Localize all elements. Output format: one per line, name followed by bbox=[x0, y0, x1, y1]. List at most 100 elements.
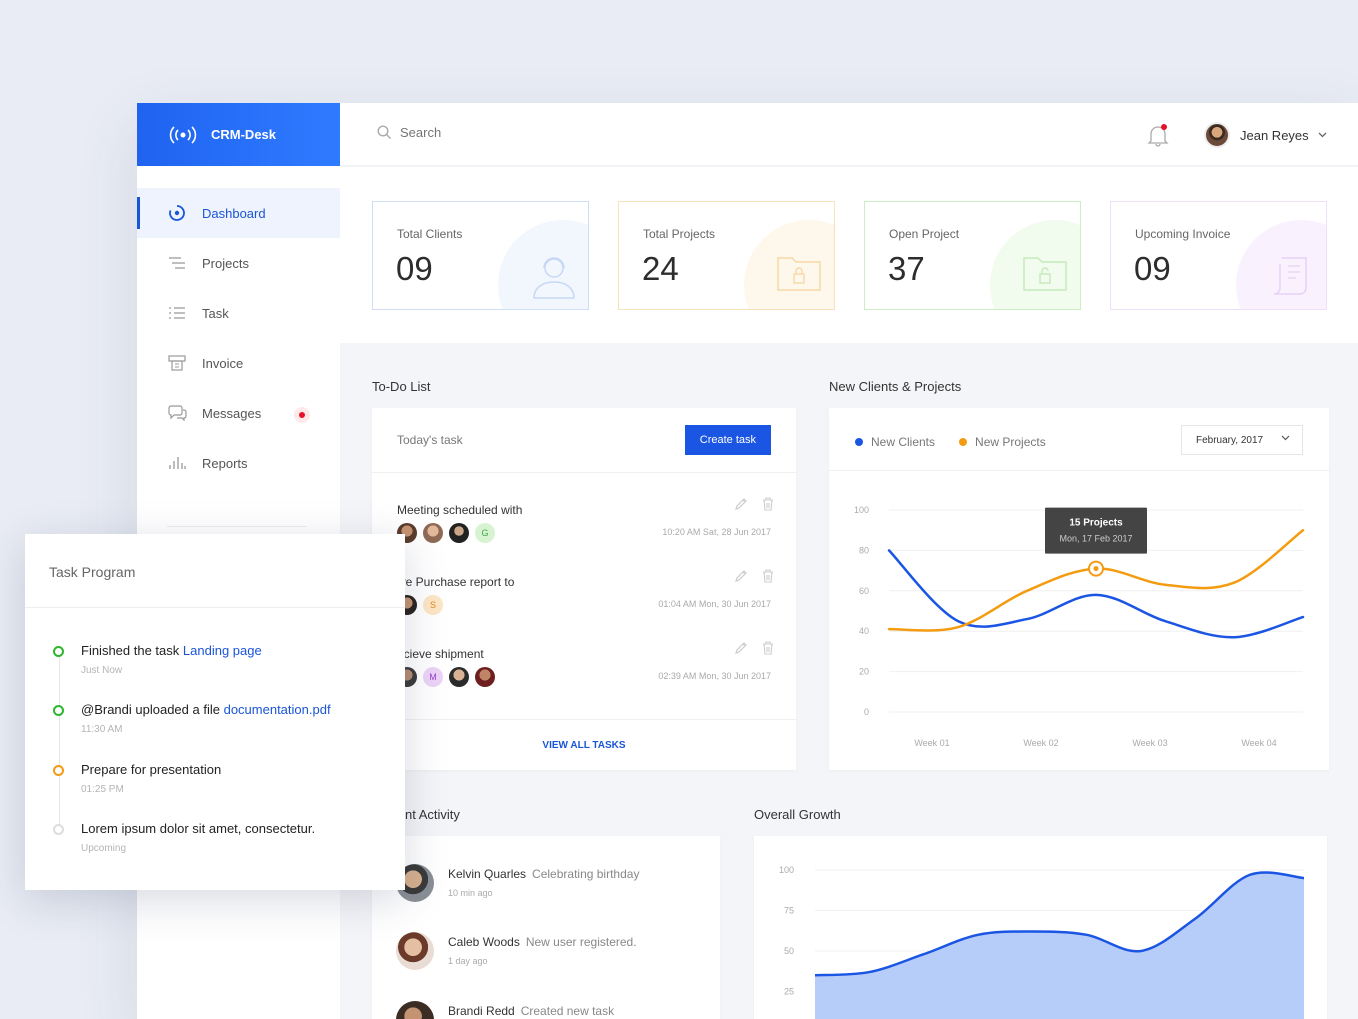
task-title: Meeting scheduled with bbox=[397, 503, 523, 517]
brand-name: CRM-Desk bbox=[211, 127, 277, 142]
task-assignees: M bbox=[397, 667, 495, 687]
x-tick-label: Week 03 bbox=[1132, 738, 1167, 748]
unread-badge bbox=[294, 407, 310, 423]
highlight-point-center bbox=[1093, 566, 1099, 572]
bell-icon bbox=[1147, 124, 1169, 147]
line-chart: 0 20 40 60 80 100 Week 01 Week 02 Week 03 Week 04… bbox=[854, 505, 1305, 748]
edit-icon[interactable] bbox=[734, 569, 748, 583]
activity-section-title: nt Activity bbox=[405, 807, 460, 822]
activity-action: New user registered. bbox=[525, 935, 637, 949]
growth-section-title: Overall Growth bbox=[754, 807, 841, 822]
legend-new-clients[interactable]: New Clients bbox=[855, 435, 935, 449]
y-tick-label: 100 bbox=[779, 865, 794, 875]
chart-tooltip: 15 Projects Mon, 17 Feb 2017 bbox=[1045, 507, 1147, 554]
stats-band: Total Clients 09 Total Projects 24 Open … bbox=[340, 167, 1358, 343]
stat-label: Open Project bbox=[889, 227, 960, 241]
timeline-time: Upcoming bbox=[81, 843, 127, 854]
legend-label: New Clients bbox=[871, 435, 936, 449]
sidebar-item-label: Task bbox=[202, 305, 229, 321]
timeline-marker bbox=[53, 646, 64, 657]
task-time: 01:04 AM Mon, 30 Jun 2017 bbox=[658, 599, 771, 609]
assignee-avatar: S bbox=[423, 595, 443, 615]
top-bar: Jean Reyes bbox=[340, 103, 1358, 166]
invoice-icon bbox=[167, 353, 187, 373]
messages-icon bbox=[167, 403, 187, 423]
create-task-button[interactable]: Create task bbox=[684, 425, 771, 455]
user-avatar bbox=[1204, 122, 1230, 148]
y-tick-label: 50 bbox=[784, 946, 794, 956]
chevron-down-icon bbox=[1281, 435, 1290, 441]
task-assignees: G bbox=[397, 523, 495, 543]
notifications-button[interactable] bbox=[1147, 123, 1169, 152]
sidebar-item-label: Projects bbox=[202, 255, 249, 271]
search-input[interactable] bbox=[400, 125, 600, 140]
sidebar-item-messages[interactable]: Messages bbox=[137, 388, 340, 438]
activity-time: 1 day ago bbox=[448, 956, 488, 966]
sidebar-item-projects[interactable]: Projects bbox=[137, 238, 340, 288]
y-tick-label: 0 bbox=[864, 707, 869, 717]
task-item[interactable]: ive Purchase report to S 01:04 AM Mon, 3… bbox=[372, 569, 796, 647]
todo-header: Today's task Create task bbox=[372, 408, 796, 473]
activity-item[interactable]: Kelvin Quarles Celebrating birthday 10 mi… bbox=[396, 864, 696, 914]
y-tick-label: 100 bbox=[854, 505, 869, 515]
trash-icon[interactable] bbox=[762, 497, 774, 511]
sidebar-item-invoice[interactable]: Invoice bbox=[137, 338, 340, 388]
task-list-icon bbox=[167, 303, 187, 323]
trash-icon[interactable] bbox=[762, 569, 774, 583]
search-icon bbox=[377, 125, 391, 139]
task-time: 10:20 AM Sat, 28 Jun 2017 bbox=[662, 527, 771, 537]
tooltip-date: Mon, 17 Feb 2017 bbox=[1059, 534, 1132, 544]
y-tick-label: 75 bbox=[784, 906, 794, 916]
brand-header[interactable]: CRM-Desk bbox=[137, 103, 340, 166]
chart-legend: New Clients New Projects bbox=[855, 435, 1046, 449]
stat-card-total-clients[interactable]: Total Clients 09 bbox=[372, 201, 589, 310]
activity-panel: Kelvin Quarles Celebrating birthday 10 mi… bbox=[372, 836, 720, 1019]
task-item[interactable]: ecieve shipment M 02:39 AM Mon, 30 Jun 2… bbox=[372, 641, 796, 719]
task-item[interactable]: Meeting scheduled with G 10:20 AM Sat, 2… bbox=[372, 497, 796, 575]
activity-action: Created new task bbox=[520, 1004, 615, 1018]
receipt-icon bbox=[1273, 257, 1307, 295]
stat-value: 24 bbox=[642, 250, 679, 287]
timeline-text: Prepare for presentation bbox=[81, 762, 222, 777]
timeline-text: @Brandi uploaded a file bbox=[81, 702, 220, 717]
todo-subtitle: Today's task bbox=[397, 433, 463, 447]
support-agent-icon bbox=[533, 257, 575, 299]
assignee-avatar: M bbox=[423, 667, 443, 687]
task-actions bbox=[734, 569, 774, 583]
assignee-avatar bbox=[475, 667, 495, 687]
assignee-avatar bbox=[449, 523, 469, 543]
growth-panel: 25 50 75 100 bbox=[754, 836, 1327, 1019]
stat-card-open-project[interactable]: Open Project 37 bbox=[864, 201, 1081, 310]
y-tick-label: 80 bbox=[859, 545, 869, 555]
search-box[interactable] bbox=[377, 125, 600, 140]
tooltip-title: 15 Projects bbox=[1069, 518, 1123, 529]
activity-item[interactable]: Caleb Woods New user registered. 1 day ag… bbox=[396, 932, 696, 982]
month-select-value: February, 2017 bbox=[1196, 434, 1264, 446]
timeline-time: 01:25 PM bbox=[81, 784, 124, 795]
stat-card-upcoming-invoice[interactable]: Upcoming Invoice 09 bbox=[1110, 201, 1327, 310]
activity-item[interactable]: Brandi Redd Created new task bbox=[396, 1001, 696, 1019]
month-select[interactable]: February, 2017 bbox=[1181, 425, 1303, 455]
projects-icon bbox=[167, 253, 187, 273]
sidebar-item-dashboard[interactable]: Dashboard bbox=[137, 188, 340, 238]
legend-new-projects[interactable]: New Projects bbox=[959, 435, 1046, 449]
user-menu[interactable]: Jean Reyes bbox=[1204, 122, 1327, 148]
edit-icon[interactable] bbox=[734, 497, 748, 511]
stat-value: 09 bbox=[1134, 250, 1171, 287]
sidebar-item-reports[interactable]: Reports bbox=[137, 438, 340, 488]
user-name: Jean Reyes bbox=[1240, 127, 1309, 143]
timeline-marker bbox=[53, 824, 64, 835]
task-title: ecieve shipment bbox=[397, 647, 484, 661]
trash-icon[interactable] bbox=[762, 641, 774, 655]
edit-icon[interactable] bbox=[734, 641, 748, 655]
stat-label: Upcoming Invoice bbox=[1135, 227, 1231, 241]
activity-avatar bbox=[396, 1001, 434, 1019]
stat-card-total-projects[interactable]: Total Projects 24 bbox=[618, 201, 835, 310]
landing-page-link[interactable]: Landing page bbox=[183, 643, 262, 658]
task-program-title: Task Program bbox=[25, 534, 405, 608]
sidebar-item-task[interactable]: Task bbox=[137, 288, 340, 338]
growth-area-fill bbox=[815, 872, 1304, 1019]
timeline-time: 11:30 AM bbox=[81, 724, 123, 735]
documentation-link[interactable]: documentation.pdf bbox=[224, 702, 331, 717]
view-all-tasks-link[interactable]: VIEW ALL TASKS bbox=[372, 719, 796, 770]
